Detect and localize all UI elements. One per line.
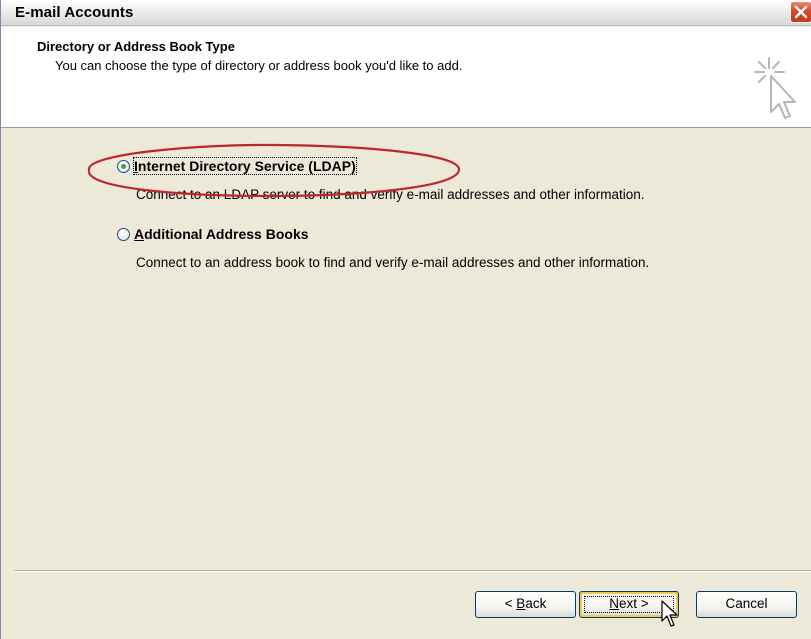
- window-title: E-mail Accounts: [15, 4, 134, 21]
- ldap-option-label[interactable]: Internet Directory Service (LDAP): [133, 157, 357, 175]
- next-focus-ring: [584, 596, 674, 613]
- button-divider: [15, 570, 811, 572]
- address-books-radio-option[interactable]: Additional Address Books: [117, 226, 309, 242]
- close-button[interactable]: [790, 1, 811, 23]
- page-subtitle: You can choose the type of directory or …: [55, 58, 463, 73]
- address-books-radio-button[interactable]: [117, 227, 130, 241]
- address-books-option-description: Connect to an address book to find and v…: [136, 255, 650, 270]
- ldap-radio-option[interactable]: Internet Directory Service (LDAP): [117, 157, 357, 175]
- email-accounts-dialog: E-mail Accounts Directory or Address Boo…: [0, 0, 811, 639]
- address-books-option-label[interactable]: Additional Address Books: [134, 226, 309, 242]
- cancel-button[interactable]: Cancel: [696, 591, 797, 618]
- next-button[interactable]: Next >: [579, 591, 679, 618]
- ldap-option-description: Connect to an LDAP server to find and ve…: [136, 187, 645, 202]
- wizard-sparkle-cursor-icon: [754, 57, 796, 119]
- close-icon: [794, 5, 808, 19]
- title-bar[interactable]: E-mail Accounts: [1, 0, 811, 26]
- ldap-radio-button[interactable]: [117, 159, 130, 173]
- page-title: Directory or Address Book Type: [37, 39, 235, 54]
- back-button[interactable]: < Back: [475, 591, 576, 618]
